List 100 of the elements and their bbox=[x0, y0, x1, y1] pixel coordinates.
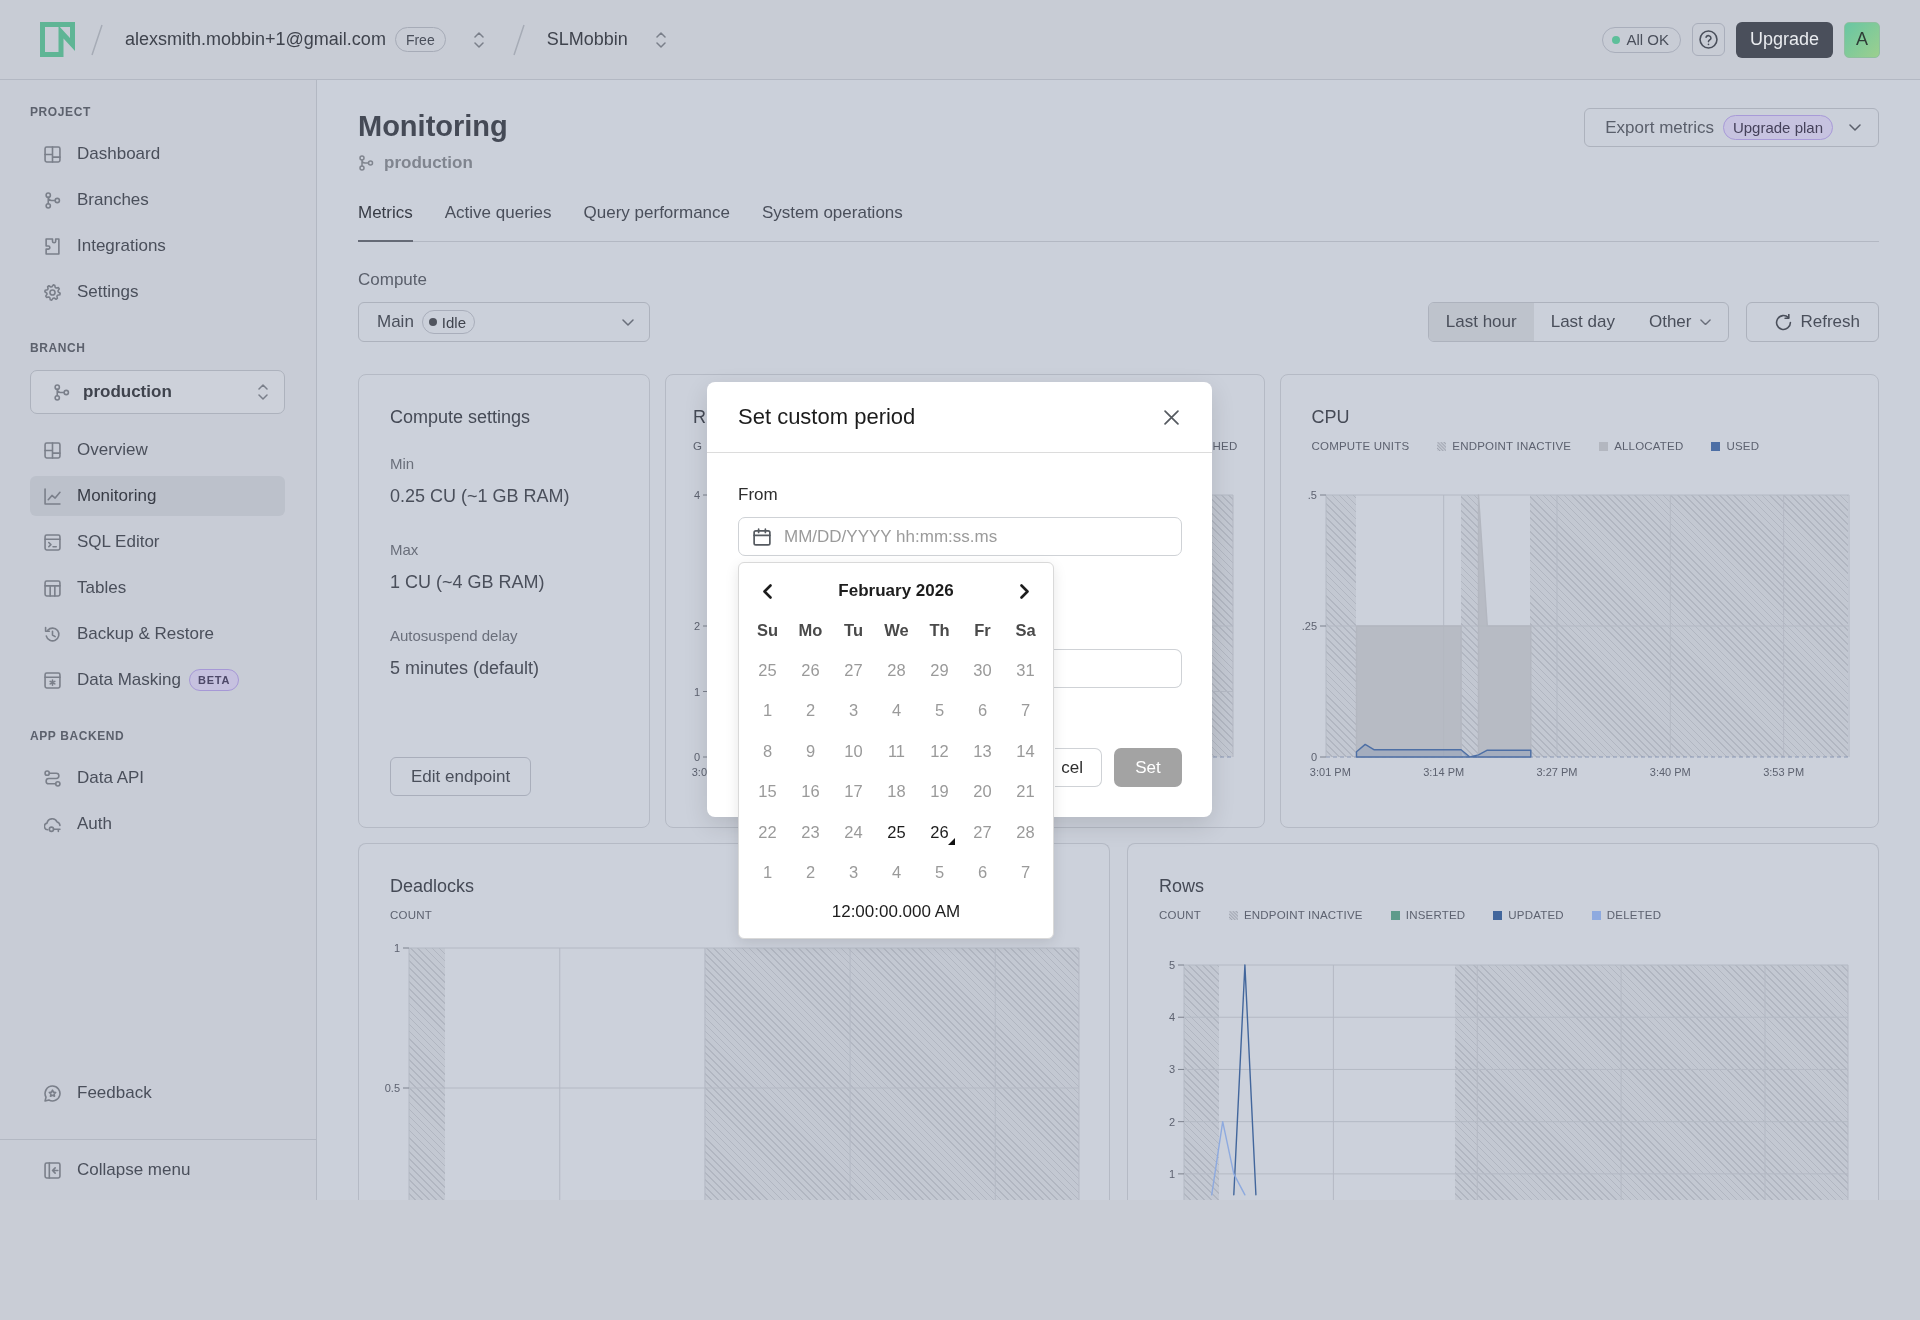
chart-title: CPU bbox=[1311, 406, 1350, 428]
nav-item[interactable]: Auth bbox=[30, 804, 285, 844]
axis-title: COUNT bbox=[390, 908, 432, 923]
axis-label: 3:0 bbox=[691, 766, 707, 778]
chart-title: Deadlocks bbox=[390, 875, 475, 897]
nav-item[interactable]: Overview bbox=[30, 430, 285, 470]
calendar-day[interactable]: 26 bbox=[918, 812, 961, 853]
nav-item[interactable]: Settings bbox=[30, 272, 285, 312]
legend-label: INSERTED bbox=[1405, 908, 1466, 923]
axis-title: COMPUTE UNITS bbox=[1311, 439, 1410, 454]
legend-label: ALLOCATED bbox=[1614, 439, 1684, 454]
slash-separator-icon bbox=[91, 23, 103, 56]
chevron-left-icon[interactable] bbox=[763, 583, 772, 599]
nav-item[interactable]: Backup & Restore bbox=[30, 614, 285, 654]
collapse-icon bbox=[44, 1161, 61, 1179]
upgrade-plan-badge: Upgrade plan bbox=[1722, 115, 1833, 140]
axis-label: 0.5 bbox=[384, 1082, 400, 1094]
section-heading: BRANCH bbox=[30, 340, 86, 356]
slash-separator-icon bbox=[512, 23, 525, 56]
secondary-button[interactable]: cel bbox=[1055, 748, 1102, 787]
help-icon bbox=[1698, 30, 1718, 49]
nav-item[interactable]: SQL Editor bbox=[30, 522, 285, 562]
axis-label: .5 bbox=[1307, 489, 1317, 501]
nav-item[interactable]: Data Masking BETA bbox=[30, 660, 285, 700]
section-heading: APP BACKEND bbox=[30, 728, 125, 744]
legend-label: ENDPOINT INACTIVE bbox=[1243, 908, 1363, 923]
tab[interactable]: Metrics bbox=[358, 193, 413, 242]
tab[interactable]: Query performance bbox=[583, 193, 730, 242]
axis-label: 1 bbox=[693, 685, 700, 698]
field-label: Compute bbox=[358, 270, 427, 290]
legend-label: HED bbox=[1212, 439, 1238, 454]
period-option[interactable]: Last hour bbox=[1428, 303, 1534, 341]
layout-icon bbox=[44, 441, 61, 459]
legend-label: DELETED bbox=[1606, 908, 1662, 923]
axis-label: 2 bbox=[1168, 1115, 1175, 1128]
cloud-key-icon bbox=[44, 815, 61, 833]
branch-icon bbox=[53, 383, 70, 401]
calendar-icon bbox=[753, 527, 771, 546]
period-option[interactable]: Other bbox=[1631, 303, 1729, 341]
setting-value: 1 CU (~4 GB RAM) bbox=[390, 571, 545, 594]
status-dot-icon bbox=[1612, 35, 1621, 44]
axis-label: 2 bbox=[693, 620, 700, 632]
time-value: 12:00:00.000 AM bbox=[831, 902, 961, 922]
layout-icon bbox=[44, 145, 61, 163]
tab[interactable]: Active queries bbox=[444, 193, 552, 242]
chart-title: Rows bbox=[1159, 875, 1204, 897]
weekday-label: Th bbox=[929, 620, 950, 640]
export-metrics-button[interactable]: Export metrics Upgrade plan bbox=[1584, 108, 1879, 147]
branch-icon bbox=[44, 191, 61, 209]
avatar[interactable]: A bbox=[1844, 21, 1880, 58]
branch-icon bbox=[358, 155, 374, 171]
chevron-right-icon[interactable] bbox=[1020, 583, 1029, 599]
edit-endpoint-button[interactable]: Edit endpoint bbox=[390, 757, 532, 796]
route-icon bbox=[44, 769, 61, 787]
refresh-button[interactable]: Refresh bbox=[1746, 302, 1879, 342]
period-option[interactable]: Last day bbox=[1533, 303, 1632, 341]
table-icon bbox=[44, 579, 61, 597]
nav-item[interactable]: Tables bbox=[30, 568, 285, 608]
upgrade-button[interactable]: Upgrade bbox=[1735, 21, 1833, 58]
terminal-icon bbox=[44, 533, 61, 551]
calendar-day[interactable]: 25 bbox=[875, 812, 918, 853]
axis-label: 1 bbox=[1168, 1167, 1175, 1180]
setting-label: Autosuspend delay bbox=[390, 628, 518, 644]
legend-label: ENDPOINT INACTIVE bbox=[1452, 439, 1572, 454]
date-input[interactable]: MM/DD/YYYY hh:mm:ss.ms bbox=[738, 517, 1182, 556]
weekday-label: Fr bbox=[974, 620, 991, 640]
nav-item[interactable]: Branches bbox=[30, 180, 285, 220]
weekday-label: Su bbox=[756, 620, 779, 640]
axis-label: .25 bbox=[1301, 620, 1317, 632]
help-button[interactable] bbox=[1691, 23, 1725, 56]
nav-item[interactable]: Feedback bbox=[30, 1073, 285, 1113]
nav-item[interactable]: Collapse menu bbox=[30, 1150, 285, 1190]
nav-item[interactable]: Monitoring bbox=[30, 476, 285, 516]
axis-label: 3:40 PM bbox=[1649, 766, 1691, 778]
branch-selector[interactable]: production bbox=[30, 370, 285, 414]
history-icon bbox=[44, 625, 61, 643]
branch-name: production bbox=[384, 152, 473, 174]
axis-label: 3:27 PM bbox=[1536, 766, 1577, 778]
tab[interactable]: System operations bbox=[762, 193, 903, 242]
close-icon[interactable] bbox=[1164, 409, 1179, 425]
axis-label: 3 bbox=[1168, 1063, 1175, 1076]
setting-label: Min bbox=[390, 456, 415, 472]
chart-line-icon bbox=[44, 487, 61, 505]
nav-item[interactable]: Integrations bbox=[30, 226, 285, 266]
settings-icon bbox=[44, 283, 61, 301]
nav-item[interactable]: Dashboard bbox=[30, 134, 285, 174]
updown-chevron-icon bbox=[258, 384, 268, 400]
section-heading: PROJECT bbox=[30, 104, 91, 120]
chevron-down-icon bbox=[1700, 318, 1712, 326]
chevron-down-icon bbox=[622, 318, 634, 326]
compute-select[interactable]: Main Idle bbox=[358, 302, 650, 342]
axis-label: 3:14 PM bbox=[1422, 766, 1464, 778]
nav-item[interactable]: Data API bbox=[30, 758, 285, 798]
axis-label: 0 bbox=[693, 751, 700, 763]
field-label: From bbox=[738, 485, 778, 505]
dialog-title: Set custom period bbox=[738, 404, 916, 430]
refresh-icon bbox=[1775, 313, 1793, 331]
weekday-label: Mo bbox=[798, 620, 823, 640]
setting-label: Max bbox=[390, 542, 419, 558]
weekday-label: Sa bbox=[1015, 620, 1036, 640]
